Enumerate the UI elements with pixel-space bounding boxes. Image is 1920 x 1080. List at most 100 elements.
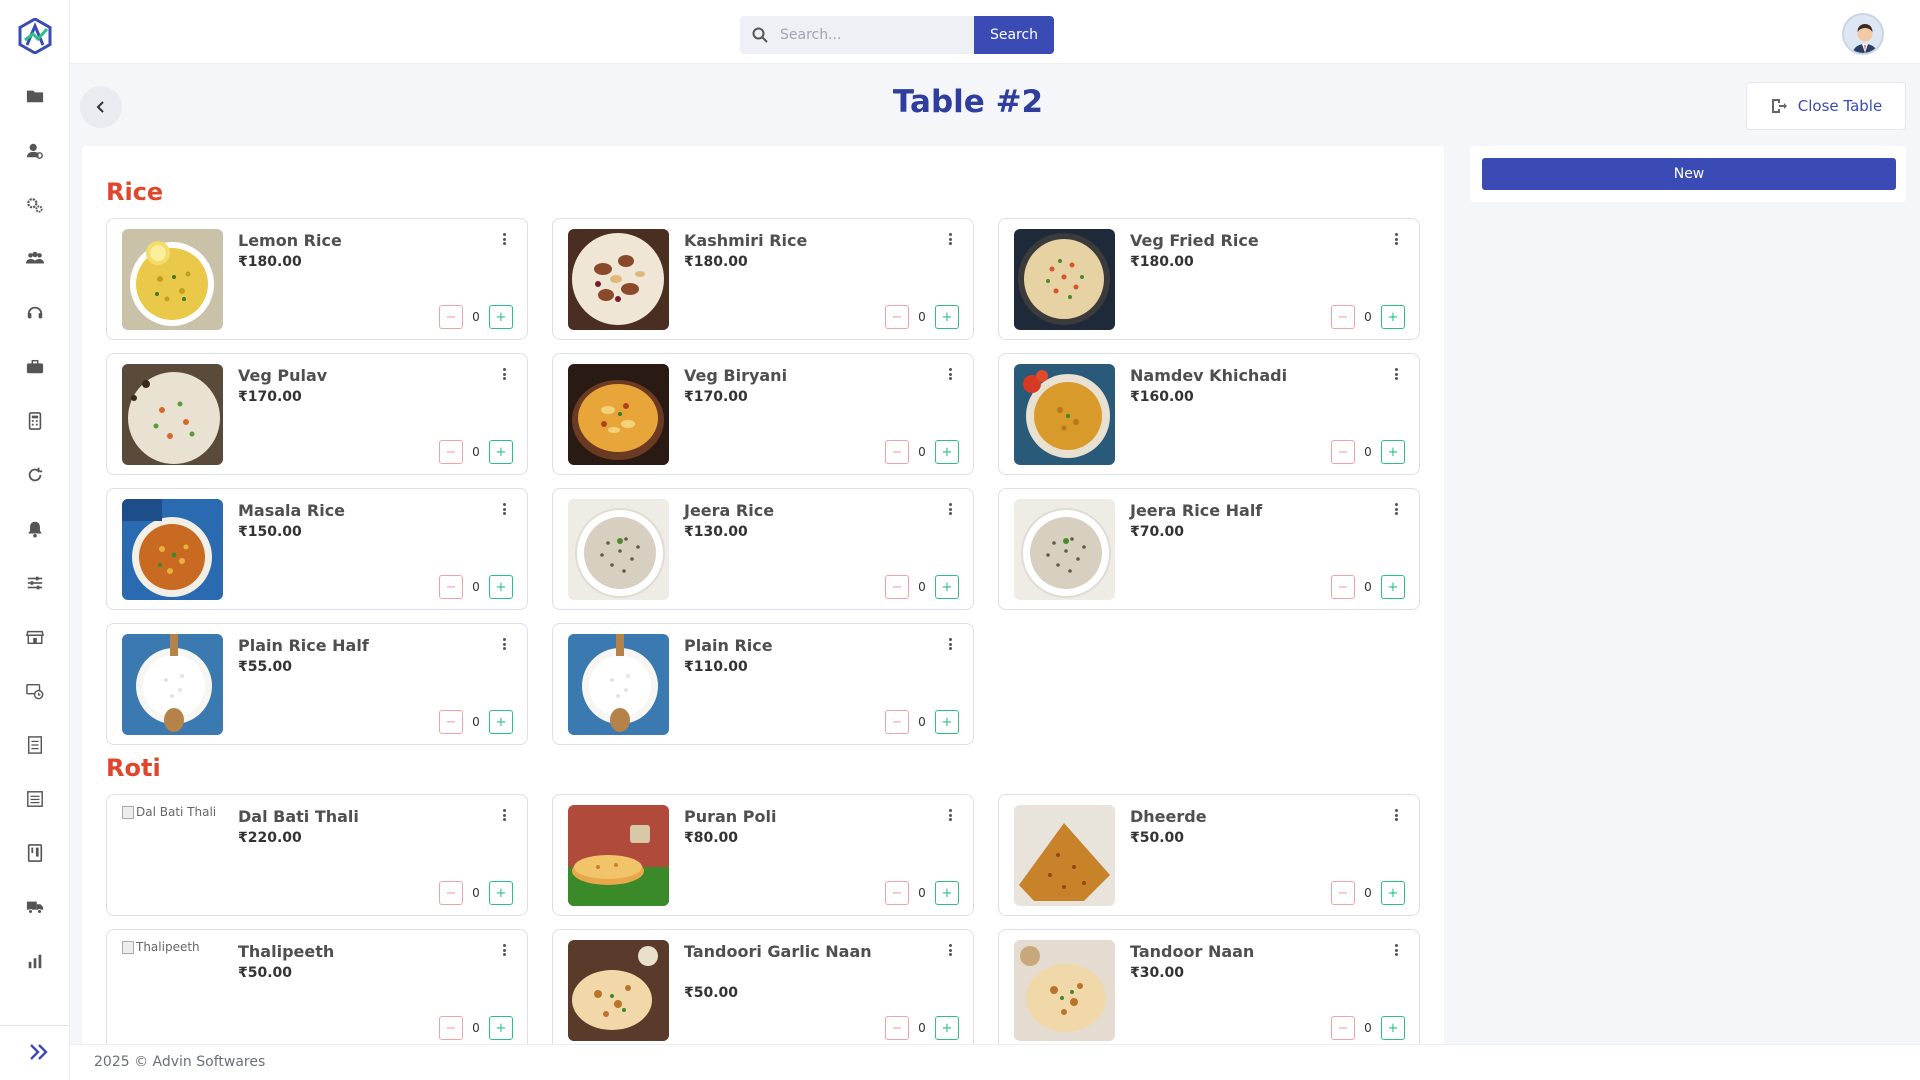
users-icon[interactable] <box>24 248 46 270</box>
more-options-icon[interactable] <box>945 636 955 652</box>
increase-quantity-button[interactable]: + <box>935 575 959 599</box>
more-options-icon[interactable] <box>945 942 955 958</box>
bell-icon[interactable] <box>24 518 46 540</box>
increase-quantity-button[interactable]: + <box>935 440 959 464</box>
menu-item-card[interactable]: Jeera Rice ₹130.00 −0 + <box>552 488 974 610</box>
more-options-icon[interactable] <box>499 636 509 652</box>
decrease-quantity-button[interactable]: − <box>885 710 909 734</box>
quantity-stepper: −0 + <box>439 1016 513 1040</box>
more-options-icon[interactable] <box>945 807 955 823</box>
decrease-quantity-button[interactable]: − <box>1331 1016 1355 1040</box>
new-order-button[interactable]: New <box>1482 158 1896 190</box>
decrease-quantity-button[interactable]: − <box>885 881 909 905</box>
close-table-button[interactable]: Close Table <box>1746 82 1906 130</box>
gears-icon[interactable] <box>24 194 46 216</box>
menu-book-icon[interactable] <box>24 842 46 864</box>
expand-sidebar-icon[interactable] <box>26 1040 52 1064</box>
decrease-quantity-button[interactable]: − <box>439 710 463 734</box>
more-options-icon[interactable] <box>1391 942 1401 958</box>
receipt-icon[interactable] <box>24 734 46 756</box>
quantity-stepper: −0 + <box>885 440 959 464</box>
more-options-icon[interactable] <box>499 942 509 958</box>
increase-quantity-button[interactable]: + <box>489 710 513 734</box>
more-options-icon[interactable] <box>1391 807 1401 823</box>
decrease-quantity-button[interactable]: − <box>1331 881 1355 905</box>
more-options-icon[interactable] <box>499 366 509 382</box>
increase-quantity-button[interactable]: + <box>935 710 959 734</box>
increase-quantity-button[interactable]: + <box>489 1016 513 1040</box>
decrease-quantity-button[interactable]: − <box>885 440 909 464</box>
item-name: Plain Rice Half <box>238 636 369 655</box>
decrease-quantity-button[interactable]: − <box>439 1016 463 1040</box>
increase-quantity-button[interactable]: + <box>935 1016 959 1040</box>
decrease-quantity-button[interactable]: − <box>439 881 463 905</box>
menu-item-card[interactable]: Jeera Rice Half ₹70.00 −0 + <box>998 488 1420 610</box>
refresh-icon[interactable] <box>24 464 46 486</box>
avatar[interactable] <box>1842 13 1884 55</box>
more-options-icon[interactable] <box>1391 231 1401 247</box>
menu-item-card[interactable]: Veg Fried Rice ₹180.00 −0 + <box>998 218 1420 340</box>
more-options-icon[interactable] <box>1391 501 1401 517</box>
money-clock-icon[interactable] <box>24 680 46 702</box>
menu-item-card[interactable]: Veg Biryani ₹170.00 −0 + <box>552 353 974 475</box>
bar-chart-icon[interactable] <box>24 950 46 972</box>
decrease-quantity-button[interactable]: − <box>439 575 463 599</box>
menu-item-card[interactable]: Masala Rice ₹150.00 −0 + <box>106 488 528 610</box>
calculator-icon[interactable] <box>24 410 46 432</box>
briefcase-icon[interactable] <box>24 356 46 378</box>
increase-quantity-button[interactable]: + <box>489 575 513 599</box>
decrease-quantity-button[interactable]: − <box>885 575 909 599</box>
user-settings-icon[interactable] <box>24 140 46 162</box>
menu-item-card[interactable]: Puran Poli ₹80.00 −0 + <box>552 794 974 916</box>
decrease-quantity-button[interactable]: − <box>885 305 909 329</box>
more-options-icon[interactable] <box>1391 366 1401 382</box>
quantity-value: 0 <box>918 1021 926 1035</box>
more-options-icon[interactable] <box>499 231 509 247</box>
decrease-quantity-button[interactable]: − <box>439 305 463 329</box>
increase-quantity-button[interactable]: + <box>1381 881 1405 905</box>
menu-item-card[interactable]: Tandoori Garlic Naan ₹50.00 −0 + <box>552 929 974 1046</box>
increase-quantity-button[interactable]: + <box>935 305 959 329</box>
menu-item-card[interactable]: Dal Bati Thali Dal Bati Thali ₹220.00 −0 + <box>106 794 528 916</box>
headset-icon[interactable] <box>24 302 46 324</box>
menu-item-card[interactable]: Kashmiri Rice ₹180.00 −0 + <box>552 218 974 340</box>
increase-quantity-button[interactable]: + <box>489 881 513 905</box>
menu-item-card[interactable]: Lemon Rice ₹180.00 −0 + <box>106 218 528 340</box>
list-icon[interactable] <box>24 788 46 810</box>
decrease-quantity-button[interactable]: − <box>885 1016 909 1040</box>
more-options-icon[interactable] <box>945 231 955 247</box>
more-options-icon[interactable] <box>945 366 955 382</box>
item-price: ₹150.00 <box>238 524 302 540</box>
increase-quantity-button[interactable]: + <box>1381 575 1405 599</box>
menu-item-card[interactable]: Plain Rice Half ₹55.00 −0 + <box>106 623 528 745</box>
more-options-icon[interactable] <box>499 501 509 517</box>
sliders-icon[interactable] <box>24 572 46 594</box>
truck-icon[interactable] <box>24 896 46 918</box>
quantity-value: 0 <box>1364 310 1372 324</box>
app-logo[interactable] <box>18 17 52 55</box>
item-price: ₹180.00 <box>1130 254 1194 270</box>
item-price: ₹50.00 <box>1130 830 1185 846</box>
menu-item-card[interactable]: Dheerde ₹50.00 −0 + <box>998 794 1420 916</box>
menu-item-card[interactable]: Namdev Khichadi ₹160.00 −0 + <box>998 353 1420 475</box>
more-options-icon[interactable] <box>499 807 509 823</box>
decrease-quantity-button[interactable]: − <box>1331 575 1355 599</box>
increase-quantity-button[interactable]: + <box>1381 440 1405 464</box>
increase-quantity-button[interactable]: + <box>1381 1016 1405 1040</box>
search-button[interactable]: Search <box>974 16 1054 54</box>
menu-item-card[interactable]: Veg Pulav ₹170.00 −0 + <box>106 353 528 475</box>
increase-quantity-button[interactable]: + <box>489 305 513 329</box>
quantity-stepper: −0 + <box>885 710 959 734</box>
store-icon[interactable] <box>24 626 46 648</box>
item-name: Dal Bati Thali <box>238 807 359 826</box>
menu-item-card[interactable]: Thalipeeth Thalipeeth ₹50.00 −0 + <box>106 929 528 1046</box>
increase-quantity-button[interactable]: + <box>489 440 513 464</box>
decrease-quantity-button[interactable]: − <box>1331 305 1355 329</box>
menu-item-card[interactable]: Plain Rice ₹110.00 −0 + <box>552 623 974 745</box>
menu-item-card[interactable]: Tandoor Naan ₹30.00 −0 + <box>998 929 1420 1046</box>
decrease-quantity-button[interactable]: − <box>439 440 463 464</box>
more-options-icon[interactable] <box>945 501 955 517</box>
increase-quantity-button[interactable]: + <box>1381 305 1405 329</box>
decrease-quantity-button[interactable]: − <box>1331 440 1355 464</box>
increase-quantity-button[interactable]: + <box>935 881 959 905</box>
